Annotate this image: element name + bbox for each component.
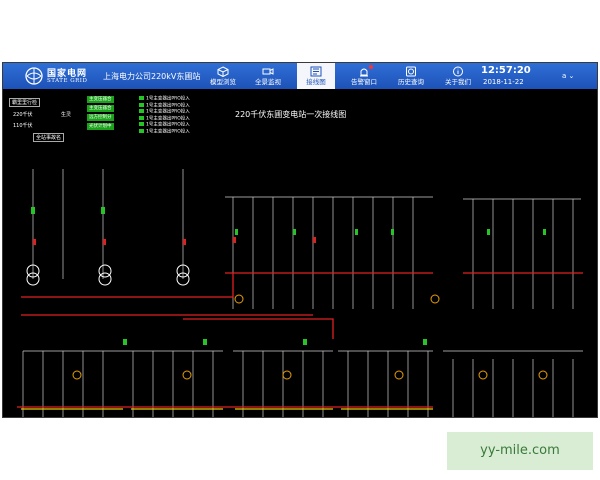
nav-panorama-monitor[interactable]: 全景监视 <box>249 63 287 89</box>
clock-date: 2018-11-22 <box>483 78 524 86</box>
panel-header: 霸里里行检 <box>9 98 41 107</box>
diagram-grid <box>22 169 583 417</box>
legend-label: 1号主变器出PRO投入 <box>146 96 190 102</box>
legend-swatch <box>139 128 144 133</box>
nav-label: 历史查询 <box>398 78 424 86</box>
transformers <box>26 264 190 286</box>
state-grid-logo-icon <box>25 67 43 85</box>
full-station-event-button[interactable]: 全站事故名 <box>33 133 65 142</box>
user-menu[interactable]: a ⌄ <box>562 72 574 80</box>
clock-time: 12:57:20 <box>481 65 531 76</box>
legend-label: 1号主变器出PRO投入 <box>146 116 190 121</box>
camera-icon <box>262 68 274 75</box>
watermark: yy-mile.com <box>447 432 593 470</box>
top-navigation-bar: 国家电网 STATE GRID 上海电力公司220kV东圃站 模型浏览 全景监视… <box>3 63 597 89</box>
cube-icon <box>217 66 229 77</box>
user-name: a <box>562 72 567 80</box>
legend-item: 1号主变器出PRO投入 <box>139 109 190 116</box>
logo-english-text: STATE GRID <box>47 78 88 84</box>
alarm-indicator <box>369 65 373 69</box>
nav-label: 模型浏览 <box>210 78 236 86</box>
legend-label: 1号主变器出PRO投入 <box>146 109 190 115</box>
red-bus-bars <box>17 272 583 408</box>
legend-label: 1号主变器出PRO投入 <box>146 103 190 108</box>
nav-alarm-window[interactable]: 告警窗口 <box>345 63 383 89</box>
nav-label: 关于我们 <box>445 78 471 86</box>
legend-swatch <box>139 96 144 100</box>
station-name: 上海电力公司220kV东圃站 <box>103 72 201 81</box>
legend-swatch <box>139 115 144 120</box>
nav-model-browse[interactable]: 模型浏览 <box>204 63 242 89</box>
green-status-button-2[interactable]: 主变压器合 <box>87 105 114 112</box>
legend-item: 1号主变器出PRO投入 <box>139 128 190 136</box>
nav-history-query[interactable]: 历史查询 <box>392 63 430 89</box>
protection-legend: 1号主变器出PRO投入 1号主变器出PRO投入 1号主变器出PRO投入 1号主变… <box>139 96 190 135</box>
panel-row-status: 生灵 <box>61 112 72 118</box>
capacitor-symbols <box>72 294 548 380</box>
legend-label: 1号主变器出PRO投入 <box>146 122 190 128</box>
red-breakers <box>33 237 316 245</box>
legend-swatch <box>139 109 144 113</box>
legend-label: 1号主变器出PRO投入 <box>146 129 190 134</box>
nav-label: 接线图 <box>306 78 326 86</box>
nav-about-us[interactable]: 关于我们 <box>439 63 477 89</box>
nav-label: 全景监视 <box>255 78 281 86</box>
single-line-diagram <box>17 169 583 417</box>
chevron-down-icon: ⌄ <box>568 72 575 80</box>
history-icon <box>406 66 416 77</box>
info-icon <box>453 66 463 77</box>
scada-window: 国家电网 STATE GRID 上海电力公司220kV东圃站 模型浏览 全景监视… <box>2 62 598 418</box>
legend-swatch <box>139 102 144 107</box>
nav-label: 告警窗口 <box>351 78 377 86</box>
diagram-title: 220千伏东圃变电站一次接线图 <box>235 110 347 119</box>
legend-swatch <box>139 122 144 126</box>
legend-item: 1号主变器出PRO投入 <box>139 122 190 129</box>
legend-item: 1号主变器出PRO投入 <box>139 96 190 103</box>
green-status-button-4[interactable]: 光伏计划中 <box>87 123 114 130</box>
nav-wiring-diagram[interactable]: 接线图 <box>297 63 335 89</box>
panel-row-220kv: 220千伏 <box>13 112 33 118</box>
panel-row-110kv: 110千伏 <box>13 123 33 129</box>
wiring-icon <box>310 66 322 77</box>
green-status-button-3[interactable]: 远方控制分 <box>87 114 114 121</box>
green-status-button-1[interactable]: 主变压器合 <box>87 96 114 103</box>
